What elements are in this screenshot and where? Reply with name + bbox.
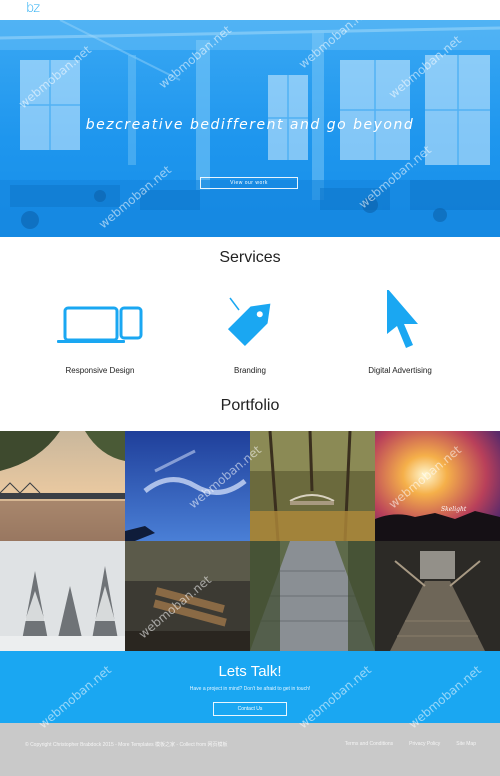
portfolio-tile-blue-sky[interactable] — [125, 431, 250, 541]
portfolio-tile-brick-path[interactable] — [250, 541, 375, 651]
devices-icon — [57, 306, 143, 343]
service-responsive-design: Responsive Design — [20, 290, 180, 375]
top-bar: bz — [0, 0, 500, 20]
service-label: Digital Advertising — [368, 366, 432, 375]
footer: © Copyright Christopher Brabdock 2015 - … — [0, 723, 500, 776]
contact-us-button[interactable]: Contact Us — [213, 702, 287, 716]
service-label: Responsive Design — [65, 366, 135, 375]
portfolio-tile-sunset-silhouette[interactable]: Skelight — [375, 431, 500, 541]
portfolio-tile-wooden-bridge[interactable] — [375, 541, 500, 651]
portfolio-tile-forest-footbridge[interactable] — [250, 431, 375, 541]
service-digital-advertising: Digital Advertising — [320, 288, 480, 375]
portfolio-grid: Skelight — [0, 431, 500, 651]
terms-link[interactable]: Terms and Conditions — [345, 741, 393, 747]
cta-subtitle: Have a project in mind? Don't be afraid … — [189, 686, 311, 692]
hero-title: bezcreative bedifferent and go beyond — [85, 117, 415, 133]
service-branding: Branding — [170, 290, 330, 375]
portfolio-tile-snowy-trees[interactable] — [0, 541, 125, 651]
site-logo[interactable]: bz — [26, 1, 40, 16]
tag-icon — [227, 297, 271, 347]
services-heading: Services — [219, 249, 281, 266]
cursor-icon — [387, 288, 418, 348]
contact-cta-section: Lets Talk! Have a project in mind? Don't… — [0, 651, 500, 723]
hero-banner: bezcreative bedifferent and go beyond Vi… — [0, 20, 500, 237]
view-our-work-button[interactable]: View our work — [200, 177, 298, 189]
sitemap-link[interactable]: Site Map — [456, 741, 476, 747]
tile-caption: Skelight — [441, 506, 467, 513]
copyright-text: © Copyright Christopher Brabdock 2015 - … — [25, 742, 228, 748]
privacy-link[interactable]: Privacy Policy — [409, 741, 440, 747]
portfolio-tile-wooden-bench[interactable] — [125, 541, 250, 651]
cta-title: Lets Talk! — [218, 663, 282, 680]
footer-links: Terms and Conditions Privacy Policy Site… — [345, 741, 476, 747]
service-label: Branding — [233, 366, 267, 375]
portfolio-tile-bridge-river[interactable] — [0, 431, 125, 541]
portfolio-heading: Portfolio — [220, 397, 280, 414]
